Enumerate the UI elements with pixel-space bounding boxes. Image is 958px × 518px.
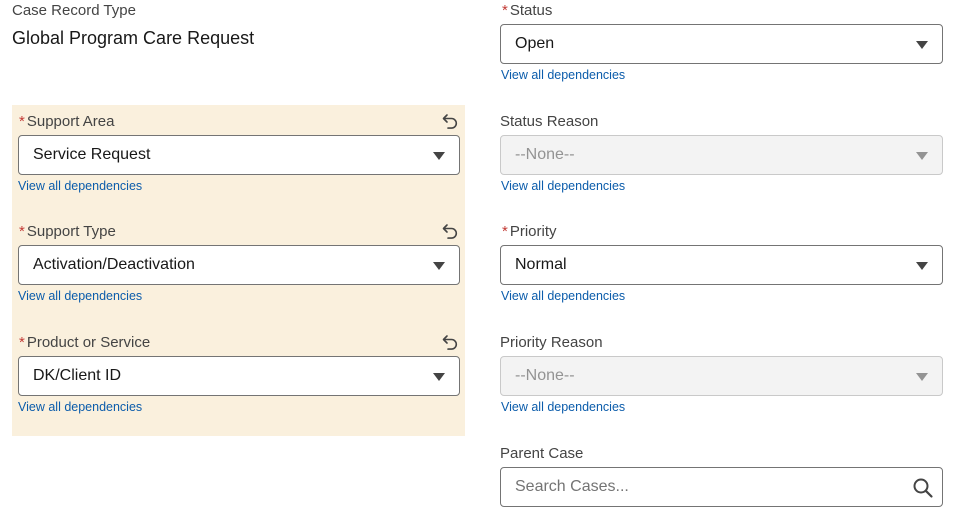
status-select[interactable]: Open — [500, 24, 943, 64]
undo-icon[interactable] — [441, 112, 459, 130]
chevron-down-icon — [916, 41, 928, 49]
chevron-down-icon — [916, 262, 928, 270]
support-type-selected-value: Activation/Deactivation — [33, 256, 195, 273]
case-record-type-value: Global Program Care Request — [12, 28, 255, 48]
status-reason-view-dependencies-link[interactable]: View all dependencies — [501, 178, 625, 194]
chevron-down-icon — [916, 152, 928, 160]
case-record-type-label: Case Record Type — [12, 2, 136, 20]
status-reason-label: Status Reason — [500, 113, 599, 130]
required-marker: * — [502, 223, 508, 240]
support-area-select[interactable]: Service Request — [18, 135, 460, 175]
priority-reason-selected-value: --None-- — [515, 367, 575, 384]
support-type-label: * Support Type — [19, 223, 116, 241]
support-type-label-text: Support Type — [26, 223, 116, 240]
chevron-down-icon — [433, 152, 445, 160]
required-marker: * — [502, 2, 508, 19]
status-reason-select: --None-- — [500, 135, 943, 175]
status-view-dependencies-link[interactable]: View all dependencies — [501, 67, 625, 83]
priority-selected-value: Normal — [515, 256, 567, 273]
support-area-label-text: Support Area — [26, 113, 115, 130]
support-area-selected-value: Service Request — [33, 146, 151, 163]
status-reason-selected-value: --None-- — [515, 146, 575, 163]
support-type-select[interactable]: Activation/Deactivation — [18, 245, 460, 285]
priority-select[interactable]: Normal — [500, 245, 943, 285]
product-or-service-view-dependencies-link[interactable]: View all dependencies — [18, 399, 142, 415]
chevron-down-icon — [916, 373, 928, 381]
required-marker: * — [19, 223, 25, 240]
status-label: * Status — [502, 2, 552, 20]
chevron-down-icon — [433, 373, 445, 381]
priority-reason-view-dependencies-link[interactable]: View all dependencies — [501, 399, 625, 415]
case-record-type-label-text: Case Record Type — [12, 2, 136, 19]
undo-icon[interactable] — [441, 333, 459, 351]
support-type-view-dependencies-link[interactable]: View all dependencies — [18, 288, 142, 304]
product-or-service-label-text: Product or Service — [26, 334, 151, 351]
parent-case-search-input[interactable] — [515, 468, 895, 506]
required-marker: * — [19, 334, 25, 351]
parent-case-lookup[interactable] — [500, 467, 943, 507]
chevron-down-icon — [433, 262, 445, 270]
support-area-view-dependencies-link[interactable]: View all dependencies — [18, 178, 142, 194]
priority-reason-select: --None-- — [500, 356, 943, 396]
product-or-service-selected-value: DK/Client ID — [33, 367, 122, 384]
priority-label: * Priority — [502, 223, 557, 241]
product-or-service-select[interactable]: DK/Client ID — [18, 356, 460, 396]
status-selected-value: Open — [515, 35, 555, 52]
support-area-label: * Support Area — [19, 113, 114, 131]
priority-label-text: Priority — [509, 223, 557, 240]
required-marker: * — [19, 113, 25, 130]
product-or-service-label: * Product or Service — [19, 334, 150, 352]
parent-case-label: Parent Case — [500, 445, 584, 462]
priority-view-dependencies-link[interactable]: View all dependencies — [501, 288, 625, 304]
undo-icon[interactable] — [441, 222, 459, 240]
search-icon[interactable] — [912, 477, 934, 499]
priority-reason-label: Priority Reason — [500, 334, 603, 351]
status-label-text: Status — [509, 2, 553, 19]
